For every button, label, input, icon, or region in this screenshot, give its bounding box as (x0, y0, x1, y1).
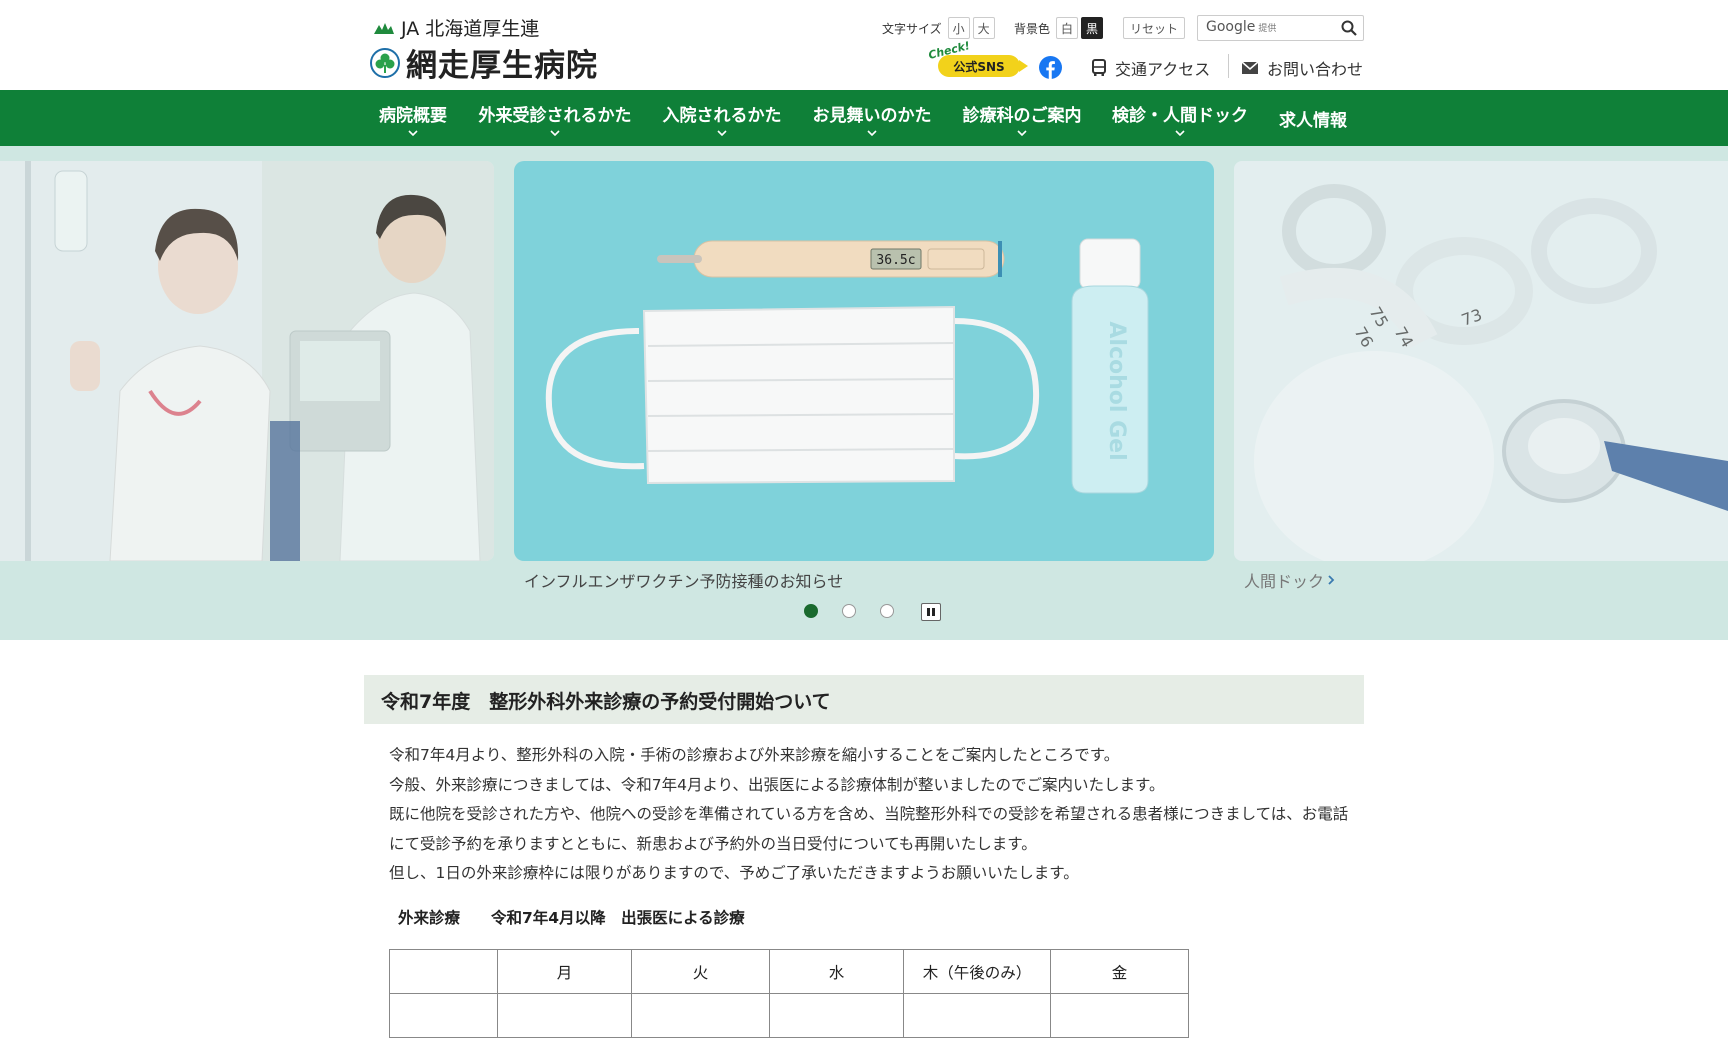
nav-item-recruit[interactable]: 求人情報 (1278, 90, 1348, 146)
tape-number: 76 (1351, 324, 1378, 351)
bg-white-button[interactable]: 白 (1056, 17, 1079, 39)
slider-dot-3[interactable] (880, 604, 894, 618)
facebook-icon[interactable] (1039, 56, 1062, 79)
nav-item-departments[interactable]: 診療科のご案内 (962, 90, 1082, 146)
article-paragraph: 既に他院を受診された方や、他院への受診を準備されている方を含め、当院整形外科での… (389, 805, 1349, 853)
slider-dot-1[interactable] (804, 604, 818, 618)
article-paragraph: 令和7年4月より、整形外科の入院・手術の診療および外来診療を縮小することをご案内… (389, 746, 1120, 764)
slide-staff-image[interactable] (0, 161, 494, 561)
slider-pagination (0, 603, 1728, 624)
bg-color-controls: 背景色 白 黒 (1014, 17, 1104, 39)
slide-caption-dock[interactable]: 人間ドック (1244, 568, 1335, 592)
hospital-logo[interactable]: 網走厚生病院 (370, 40, 598, 85)
bottle-label: Alcohol Gel (1104, 321, 1129, 460)
official-sns-link[interactable]: Check! 公式SNS (927, 39, 1028, 78)
mail-icon (1241, 61, 1259, 74)
schedule-col-thu: 木（午後のみ） (903, 949, 1051, 994)
dock-illustration: 76 75 74 73 (1254, 184, 1728, 561)
influenza-illustration: 36.5c Alcohol Gel (545, 238, 1149, 494)
article-paragraph: 但し、1日の外来診療枠には限りがありますので、予めご了承いただきますようお願いい… (389, 864, 1079, 882)
chevron-down-icon (550, 129, 560, 136)
nav-item-checkup[interactable]: 検診・人間ドック (1112, 90, 1248, 146)
nav-label: お見舞いのかた (812, 105, 932, 126)
chevron-right-icon (1328, 575, 1335, 585)
pause-icon (927, 608, 930, 616)
org-name: JA 北海道厚生連 (401, 18, 540, 40)
face-mask (545, 305, 1040, 485)
nav-item-outpatient[interactable]: 外来受診されるかた (478, 90, 632, 146)
nav-label: 入院されるかた (662, 105, 782, 126)
schedule-col-fri: 金 (1050, 949, 1189, 994)
reset-button[interactable]: リセット (1123, 17, 1186, 39)
font-large-button[interactable]: 大 (972, 17, 995, 39)
search-input[interactable]: Google 提供 (1197, 15, 1364, 41)
chevron-down-icon (1017, 129, 1027, 136)
nav-item-visitors[interactable]: お見舞いのかた (812, 90, 932, 146)
nav-label: 求人情報 (1279, 110, 1347, 131)
nav-label: 病院概要 (379, 105, 447, 126)
font-size-label: 文字サイズ (882, 21, 942, 36)
staff-illustration (0, 161, 494, 561)
hospital-emblem-icon (370, 47, 400, 78)
reset-control: リセット (1120, 17, 1186, 39)
schedule-col-blank (389, 949, 498, 994)
article-title: 令和7年度 整形外科外来診療の予約受付開始ついて (364, 675, 1364, 724)
bus-icon (1092, 59, 1106, 76)
access-label: 交通アクセス (1115, 60, 1211, 79)
search-brand: Google 提供 (1206, 19, 1277, 35)
slider-dot-2[interactable] (842, 604, 856, 618)
header-divider (1228, 54, 1229, 78)
chevron-down-icon (1175, 129, 1185, 136)
bg-black-button[interactable]: 黒 (1081, 17, 1104, 39)
contact-label: お問い合わせ (1267, 60, 1364, 79)
hero-slider: 36.5c Alcohol Gel 76 75 74 73 インフルエンザワクチ… (0, 146, 1728, 640)
chevron-down-icon (408, 129, 418, 136)
search-icon[interactable] (1341, 20, 1357, 36)
article-paragraph: 今般、外来診療につきましては、令和7年4月より、出張医による診療体制が整いました… (389, 775, 1165, 794)
nav-label: 検診・人間ドック (1112, 105, 1248, 126)
sns-label: 公式SNS (938, 55, 1028, 77)
schedule-heading: 外来診療 令和7年4月以降 出張医による診療 (398, 909, 745, 927)
bg-color-label: 背景色 (1014, 21, 1051, 36)
ja-leaf-icon (374, 22, 394, 34)
slider-pause-button[interactable] (921, 603, 941, 621)
global-nav: 病院概要 外来受診されるかた 入院されるかた お見舞いのかた 診療科のご案内 検… (0, 90, 1728, 146)
schedule-row (389, 993, 1189, 1038)
site-header: JA 北海道厚生連 網走厚生病院 文字サイズ 小 大 背景色 白 黒 リセット … (0, 0, 1728, 90)
schedule-col-mon: 月 (497, 949, 632, 994)
chevron-down-icon (867, 129, 877, 136)
font-size-controls: 文字サイズ 小 大 (882, 17, 995, 39)
article-body: 令和7年4月より、整形外科の入院・手術の診療および外来診療を縮小することをご案内… (389, 741, 1349, 889)
nav-item-inpatient[interactable]: 入院されるかた (662, 90, 782, 146)
font-small-button[interactable]: 小 (947, 17, 970, 39)
thermometer-reading: 36.5c (876, 253, 915, 268)
slide-caption-dock-label: 人間ドック (1244, 572, 1325, 591)
nav-label: 診療科のご案内 (962, 105, 1082, 126)
org-logo[interactable]: JA 北海道厚生連 (373, 14, 539, 41)
schedule-table: 月 火 水 木（午後のみ） 金 (389, 949, 1189, 1038)
hospital-name: 網走厚生病院 (406, 48, 598, 84)
nav-item-about[interactable]: 病院概要 (379, 90, 447, 146)
schedule-col-tue: 火 (631, 949, 770, 994)
slide-caption-influenza[interactable]: インフルエンザワクチン予防接種のお知らせ (524, 568, 843, 592)
nav-label: 外来受診されるかた (478, 105, 632, 126)
slide-influenza[interactable]: 36.5c Alcohol Gel (514, 161, 1214, 561)
thermometer: 36.5c (657, 240, 1005, 278)
slide-dock[interactable]: 76 75 74 73 (1234, 161, 1728, 561)
schedule-col-wed: 水 (769, 949, 904, 994)
chevron-down-icon (717, 129, 727, 136)
access-link[interactable]: 交通アクセス (1091, 56, 1210, 80)
gel-bottle: Alcohol Gel (1071, 238, 1149, 494)
schedule-header-row: 月 火 水 木（午後のみ） 金 (389, 949, 1189, 994)
contact-link[interactable]: お問い合わせ (1241, 56, 1363, 80)
